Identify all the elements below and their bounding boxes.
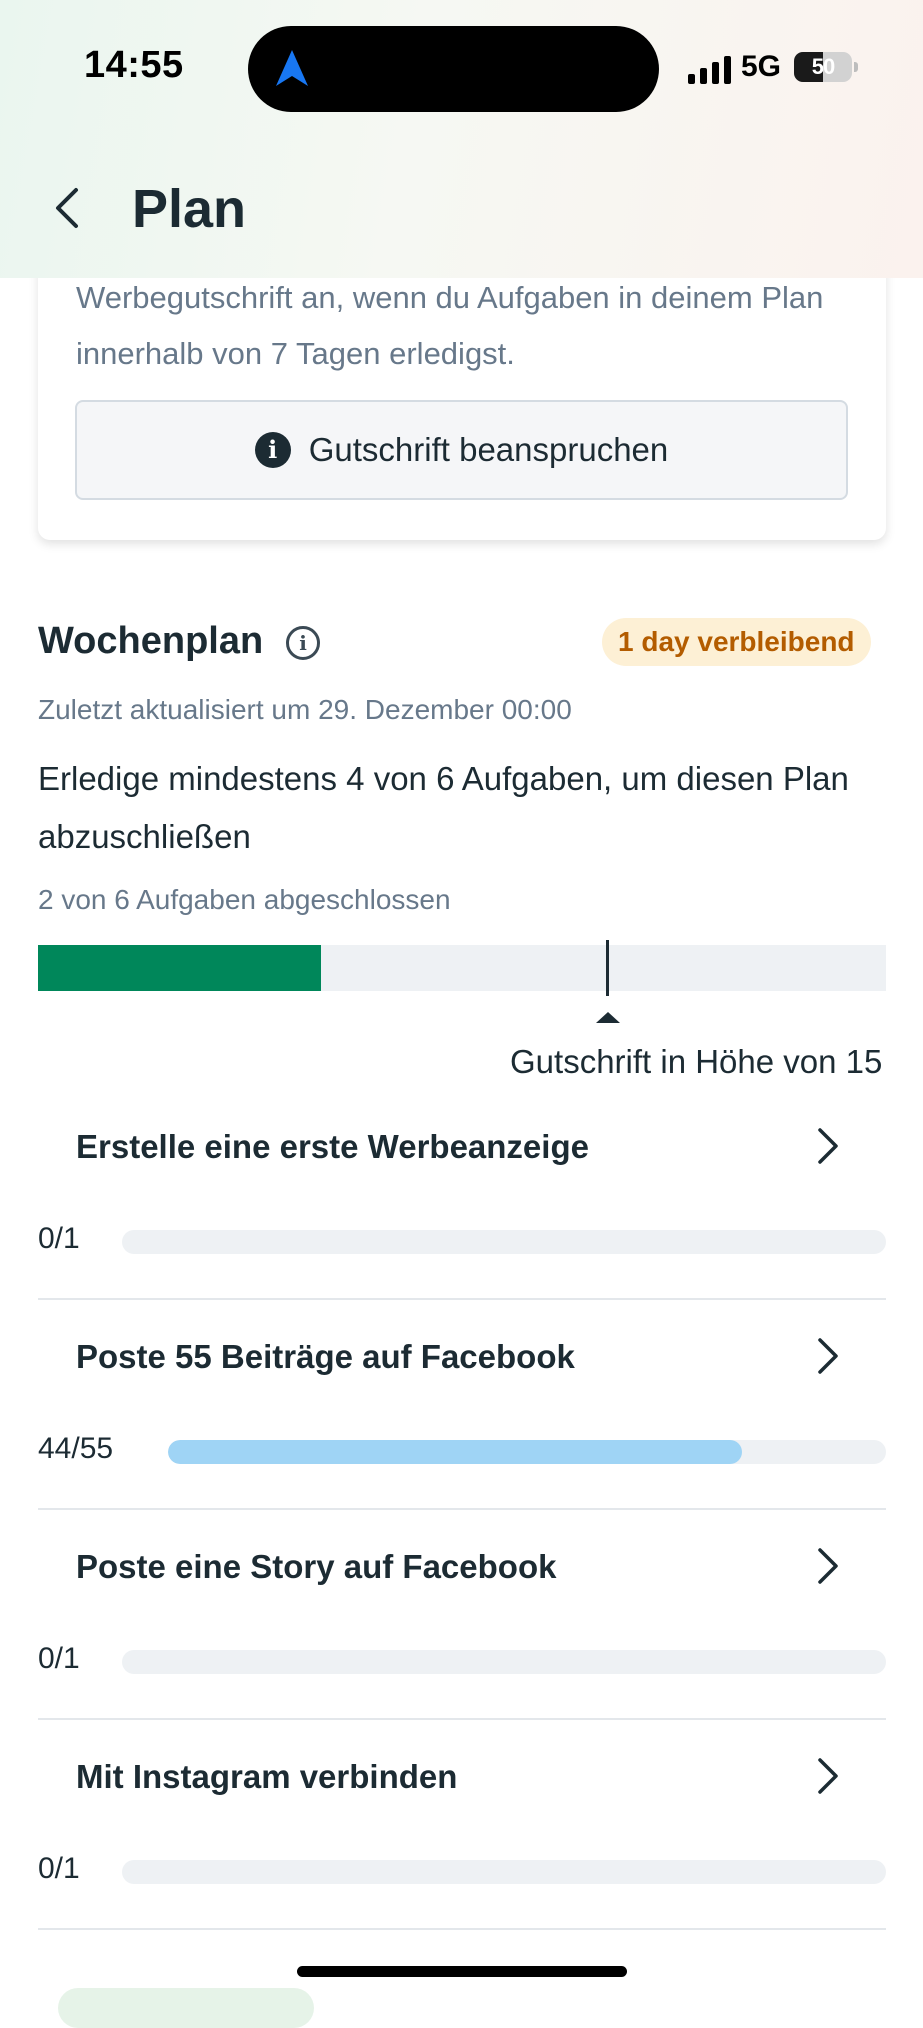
page-title: Plan: [132, 179, 247, 239]
task-title: Mit Instagram verbinden: [76, 1758, 458, 1795]
divider: [38, 1928, 886, 1930]
battery-icon: 50: [794, 52, 852, 82]
plan-progress-text: 2 von 6 Aufgaben abgeschlossen: [38, 884, 451, 915]
task-progress-bar: [122, 1860, 886, 1884]
task-title: Poste eine Story auf Facebook: [76, 1548, 557, 1585]
task-title: Erstelle eine erste Werbeanzeige: [76, 1128, 589, 1165]
back-button[interactable]: [44, 180, 88, 236]
next-item-peek: [58, 1988, 314, 2028]
info-outline-icon[interactable]: i: [286, 626, 320, 660]
task-count: 0/1: [38, 1642, 80, 1675]
cellular-signal-icon: [688, 56, 731, 84]
plan-instruction: Erledige mindestens 4 von 6 Aufgaben, um…: [38, 760, 849, 855]
task-item[interactable]: Erstelle eine erste Werbeanzeige 0/1: [38, 1090, 886, 1300]
task-count: 0/1: [38, 1852, 80, 1885]
status-time: 14:55: [84, 44, 184, 86]
task-item[interactable]: Poste eine Story auf Facebook 0/1: [38, 1510, 886, 1720]
task-count: 0/1: [38, 1222, 80, 1255]
task-progress-bar: [122, 1230, 886, 1254]
last-updated-text: Zuletzt aktualisiert um 29. Dezember 00:…: [38, 694, 572, 725]
task-item[interactable]: Poste 55 Beiträge auf Facebook 44/55: [38, 1300, 886, 1510]
threshold-marker: [606, 940, 609, 996]
claim-credit-label: Gutschrift beanspruchen: [308, 431, 669, 468]
task-progress-fill: [168, 1440, 743, 1464]
chevron-right-icon: [818, 1338, 838, 1374]
plan-progress-fill: [38, 945, 321, 991]
task-progress-bar: [122, 1650, 886, 1674]
dynamic-island: [248, 26, 659, 112]
home-indicator[interactable]: [297, 1966, 627, 1977]
plan-progress-bar: [38, 945, 886, 991]
chevron-right-icon: [818, 1548, 838, 1584]
app-header: 14:55 5G 50 Plan: [0, 0, 923, 278]
chevron-right-icon: [818, 1128, 838, 1164]
claim-credit-button[interactable]: i Gutschrift beanspruchen: [75, 400, 848, 500]
weekly-plan-title: Wochenplan: [38, 620, 264, 662]
chevron-right-icon: [818, 1758, 838, 1794]
network-type: 5G: [741, 50, 782, 83]
threshold-caret-icon: [596, 1012, 620, 1023]
battery-nub: [854, 62, 858, 72]
task-title: Poste 55 Beiträge auf Facebook: [76, 1338, 575, 1375]
chevron-left-icon: [56, 188, 78, 228]
threshold-reward-label: Gutschrift in Höhe von 15: [510, 1043, 883, 1080]
credit-description: Werbegutschrift an, wenn du Aufgaben in …: [76, 280, 824, 371]
days-remaining-badge: 1 day verbleibend: [602, 618, 871, 666]
task-progress-bar: [168, 1440, 886, 1464]
task-count: 44/55: [38, 1432, 114, 1465]
battery-percent: 50: [811, 54, 835, 79]
location-arrow-icon: [276, 50, 308, 86]
info-icon: i: [254, 432, 291, 468]
task-item[interactable]: Mit Instagram verbinden 0/1: [38, 1720, 886, 1930]
